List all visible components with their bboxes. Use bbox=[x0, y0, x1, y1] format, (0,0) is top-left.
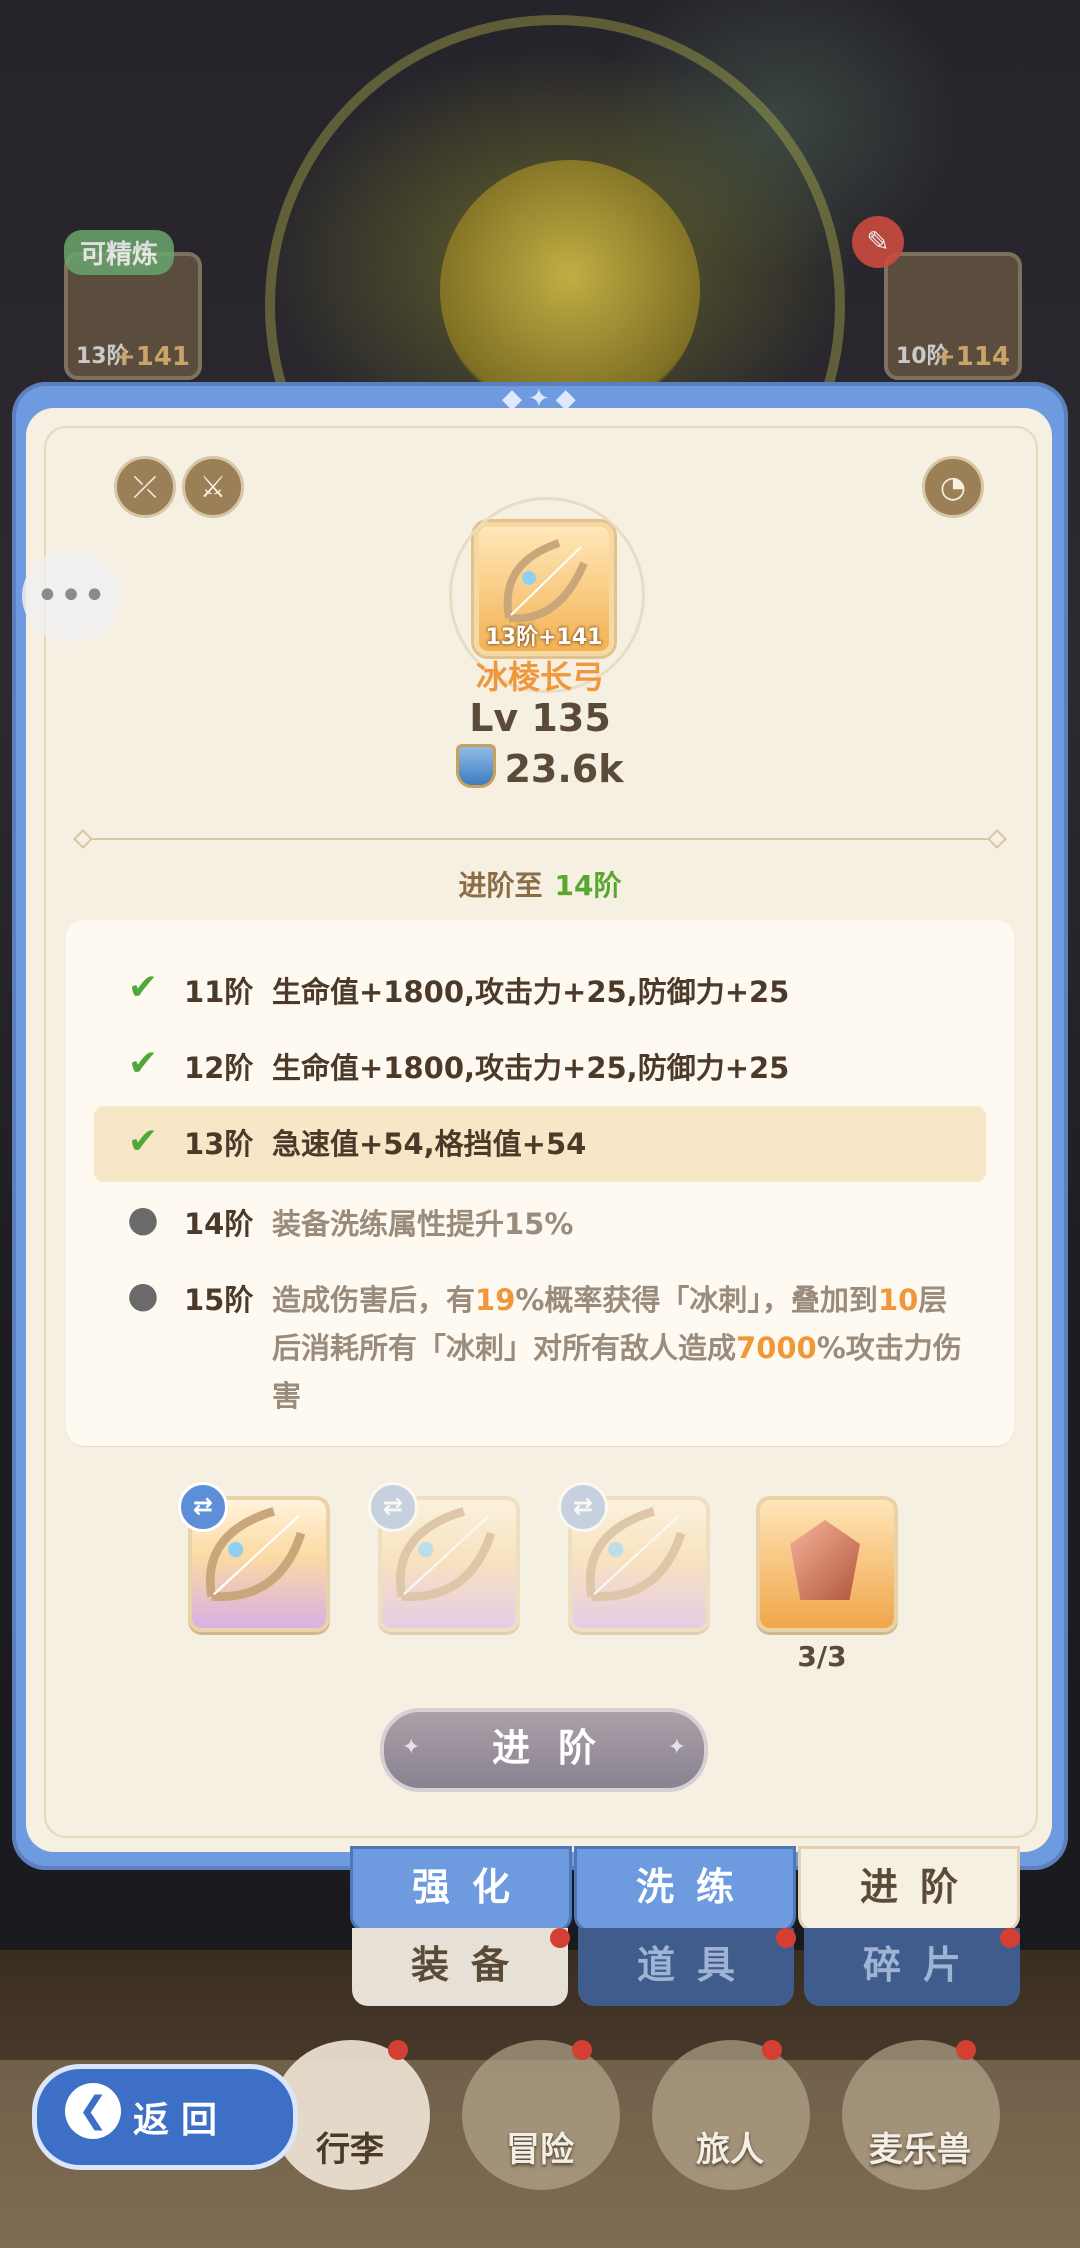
stats-list: ✔ 11阶 生命值+1800,攻击力+25,防御力+25 ✔ 12阶 生命值+1… bbox=[66, 920, 1014, 1446]
material-slot-crystal[interactable] bbox=[756, 1496, 898, 1632]
back-button[interactable]: ❮ 返回 bbox=[32, 2064, 298, 2170]
advance-button[interactable]: 进阶 bbox=[380, 1708, 708, 1792]
sword-type-icon[interactable]: ⚔ bbox=[182, 456, 244, 518]
check-icon: ✔ bbox=[127, 1121, 159, 1162]
swap-icon[interactable]: ⇄ bbox=[368, 1482, 418, 1532]
stat-row-13-current: ✔ 13阶 急速值+54,格挡值+54 bbox=[94, 1106, 986, 1182]
stat-tier: 13阶 bbox=[184, 1127, 254, 1161]
material-slot-bow-2[interactable]: ⇄ bbox=[368, 1482, 520, 1632]
tab-equipment[interactable]: 装备 bbox=[352, 1928, 568, 2006]
right-card-plus: +114 bbox=[933, 342, 1010, 372]
notification-dot bbox=[776, 1928, 796, 1948]
stat-tier: 12阶 bbox=[184, 1051, 254, 1085]
advance-to-label: 进阶至 14阶 bbox=[0, 864, 1080, 904]
tab-items[interactable]: 道具 bbox=[578, 1928, 794, 2006]
lock-icon: ● bbox=[127, 1199, 159, 1240]
swap-icon[interactable]: ⇄ bbox=[178, 1482, 228, 1532]
material-slot-bow-1[interactable]: ⇄ bbox=[178, 1482, 330, 1632]
stat-text: 生命值+1800,攻击力+25,防御力+25 bbox=[272, 1051, 790, 1085]
power-value: 23.6k bbox=[504, 747, 624, 791]
stat-tier: 15阶 bbox=[184, 1283, 254, 1317]
stat-tier: 14阶 bbox=[184, 1207, 254, 1241]
notification-dot bbox=[1000, 1928, 1020, 1948]
material-slot-bow-3[interactable]: ⇄ bbox=[558, 1482, 710, 1632]
item-power: 23.6k bbox=[0, 744, 1080, 791]
notification-dot bbox=[572, 2040, 592, 2060]
nav-traveler[interactable]: 旅人 bbox=[640, 2122, 820, 2171]
check-icon: ✔ bbox=[127, 967, 159, 1008]
tab-advance[interactable]: 进阶 bbox=[798, 1846, 1020, 1932]
swap-icon[interactable]: ⇄ bbox=[558, 1482, 608, 1532]
divider bbox=[86, 838, 994, 840]
character-sprite bbox=[440, 160, 700, 420]
left-card-plus: +141 bbox=[113, 342, 190, 372]
stat-row-14: ● 14阶 装备洗练属性提升15% bbox=[66, 1200, 1014, 1248]
item-level: Lv 135 bbox=[469, 696, 611, 740]
right-equipment-card[interactable]: 10阶 +114 bbox=[884, 252, 1022, 380]
nav-adventure[interactable]: 冒险 bbox=[450, 2122, 630, 2171]
lock-icon: ● bbox=[127, 1275, 159, 1316]
nav-pet[interactable]: 麦乐兽 bbox=[830, 2122, 1010, 2171]
stat-text: 急速值+54,格挡值+54 bbox=[272, 1127, 587, 1161]
alert-icon[interactable]: ✎ bbox=[852, 216, 904, 268]
refinable-tag: 可精炼 bbox=[64, 230, 175, 275]
tab-enhance[interactable]: 强化 bbox=[350, 1846, 572, 1932]
stat-text: 造成伤害后，有19%概率获得「冰刺」，叠加到10层后消耗所有「冰刺」对所有敌人造… bbox=[272, 1283, 962, 1413]
stat-text: 装备洗练属性提升15% bbox=[272, 1207, 574, 1241]
tab-refine[interactable]: 洗练 bbox=[574, 1846, 796, 1932]
shield-icon bbox=[456, 744, 497, 788]
item-tier-badge: 13阶+141 bbox=[485, 625, 603, 650]
notification-dot bbox=[550, 1928, 570, 1948]
crystal-icon bbox=[790, 1520, 860, 1600]
back-arrow-icon: ❮ bbox=[65, 2083, 121, 2139]
check-icon: ✔ bbox=[127, 1043, 159, 1084]
notification-dot bbox=[762, 2040, 782, 2060]
stat-row-11: ✔ 11阶 生命值+1800,攻击力+25,防御力+25 bbox=[66, 968, 1014, 1016]
lock-toggle-icon[interactable]: ◔ bbox=[922, 456, 984, 518]
notification-dot bbox=[956, 2040, 976, 2060]
bow-type-icon[interactable]: ⤫ bbox=[114, 456, 176, 518]
stat-row-15: ● 15阶 造成伤害后，有19%概率获得「冰刺」，叠加到10层后消耗所有「冰刺」… bbox=[66, 1276, 1014, 1420]
advance-to-text: 进阶至 bbox=[458, 869, 543, 902]
bow-icon bbox=[503, 539, 588, 623]
stat-tier: 11阶 bbox=[184, 975, 254, 1009]
material-count: 3/3 bbox=[797, 1640, 847, 1673]
tab-fragments[interactable]: 碎片 bbox=[804, 1928, 1020, 2006]
item-icon-frame[interactable]: 13阶+141 bbox=[449, 497, 645, 693]
notification-dot bbox=[388, 2040, 408, 2060]
advance-to-tier: 14阶 bbox=[554, 869, 622, 902]
item-name: 冰棱长弓 bbox=[475, 658, 604, 696]
chat-icon[interactable]: ••• bbox=[22, 550, 120, 642]
stat-text: 生命值+1800,攻击力+25,防御力+25 bbox=[272, 975, 790, 1009]
back-label: 返回 bbox=[133, 2100, 230, 2141]
stat-row-12: ✔ 12阶 生命值+1800,攻击力+25,防御力+25 bbox=[66, 1044, 1014, 1092]
